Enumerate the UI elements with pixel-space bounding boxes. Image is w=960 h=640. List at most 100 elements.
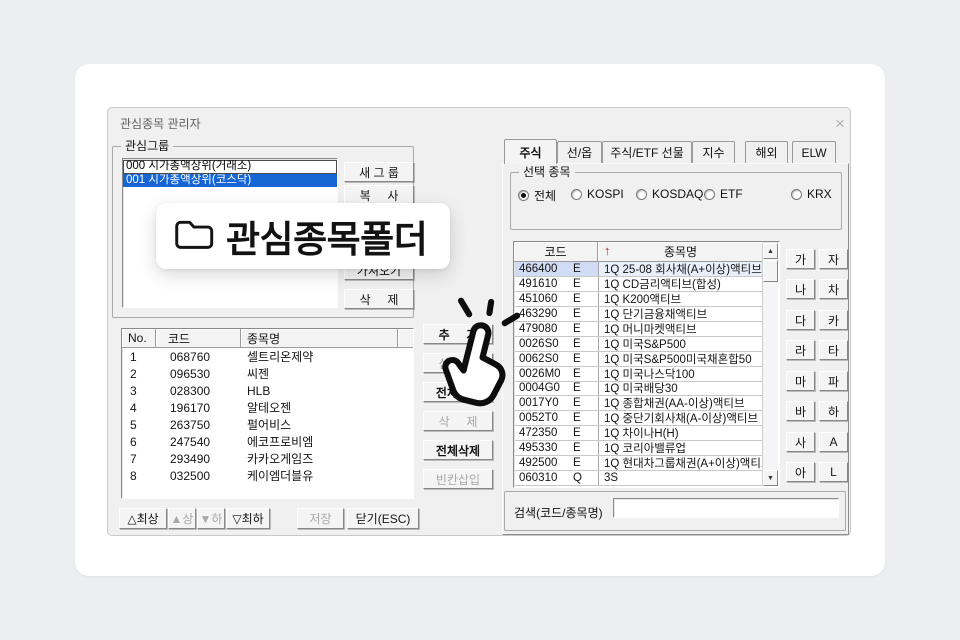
stock-row[interactable]: 491610E1Q CD금리액티브(합성) xyxy=(515,277,762,292)
stock-name-cell: 1Q 미국S&P500미국채혼합50 xyxy=(599,352,762,366)
stock-row[interactable]: 0026M0E1Q 미국나스닥100 xyxy=(515,367,762,382)
stock-row[interactable]: 0004G0E1Q 미국배당30 xyxy=(515,382,762,397)
search-label: 검색(코드/종목명) xyxy=(514,504,603,521)
market-flag: E xyxy=(573,397,581,409)
watchlist-cell: 알테오젠 xyxy=(241,399,398,416)
watchlist-header-cell: 종목명 xyxy=(241,329,398,348)
watchlist-cell: 8 xyxy=(122,469,156,483)
save-button[interactable]: 저장 xyxy=(297,508,344,529)
sort-ascending-icon: ↑ xyxy=(604,243,611,258)
stock-name-cell: 1Q 코리아밸류업 xyxy=(599,441,762,455)
watchlist-cell: 펄어비스 xyxy=(241,416,398,433)
stock-code-cell: 060310Q xyxy=(515,471,599,485)
market-flag: E xyxy=(573,263,581,275)
move-bottom-button[interactable]: ▽최하 xyxy=(226,508,270,529)
scrollbar-thumb[interactable] xyxy=(763,260,778,282)
search-input[interactable] xyxy=(613,498,839,518)
radio-dot-icon xyxy=(518,190,529,201)
stock-table-scrollbar[interactable]: ▲ ▼ xyxy=(762,243,778,486)
stock-code: 472350 xyxy=(515,427,573,439)
tab-2[interactable]: 선/옵 xyxy=(557,141,602,163)
stock-name-cell: 1Q 미국배당30 xyxy=(599,382,762,396)
radio-option[interactable]: 전체 xyxy=(518,187,556,204)
code-column-header[interactable]: 코드 xyxy=(514,242,598,262)
watchlist-row[interactable]: 4196170알테오젠 xyxy=(122,399,413,416)
market-flag: Q xyxy=(573,472,582,484)
watchlist-row[interactable]: 8032500케이엠더블유 xyxy=(122,467,413,484)
stock-row[interactable]: 060310Q3S xyxy=(515,471,762,486)
tab-1[interactable]: 주식 xyxy=(504,139,557,164)
watchlist-cell: 3 xyxy=(122,384,156,398)
watchlist-row[interactable]: 5263750펄어비스 xyxy=(122,416,413,433)
new-group-button[interactable]: 새 그 룹 xyxy=(344,162,414,182)
stock-row[interactable]: 492500E1Q 현대차그룹채권(A+이상)액티브 xyxy=(515,456,762,471)
watchlist-row[interactable]: 2096530씨젠 xyxy=(122,365,413,382)
watchlist-cell: 5 xyxy=(122,418,156,432)
market-flag: E xyxy=(573,293,581,305)
watchlist-row[interactable]: 3028300HLB xyxy=(122,382,413,399)
tab-5[interactable]: 해외 xyxy=(745,141,788,163)
stock-code-cell: 495330E xyxy=(515,441,599,455)
radio-option[interactable]: KRX xyxy=(791,187,832,201)
stock-table[interactable]: 코드 ↑ 종목명 466400E1Q 25-08 회사채(A+이상)액티브491… xyxy=(513,241,780,488)
watchlist-cell: 293490 xyxy=(156,452,241,466)
radio-dot-icon xyxy=(571,189,582,200)
group-list-item[interactable]: 001 시가총액상위(코스닥) xyxy=(123,174,337,188)
watchlist-cell: 028300 xyxy=(156,384,241,398)
tab-3[interactable]: 주식/ETF 선물 xyxy=(602,141,692,163)
stock-row[interactable]: 0017Y0E1Q 종합채권(AA-이상)액티브 xyxy=(515,396,762,411)
watchlist-cell: 2 xyxy=(122,367,156,381)
name-column-header[interactable]: ↑ 종목명 xyxy=(598,242,763,262)
stock-row[interactable]: 463290E1Q 단기금융채액티브 xyxy=(515,307,762,322)
watchlist-cell: 케이엠더블유 xyxy=(241,467,398,484)
stock-name-cell: 1Q 차이나H(H) xyxy=(599,426,762,440)
stock-row[interactable]: 451060E1Q K200액티브 xyxy=(515,292,762,307)
stock-code: 491610 xyxy=(515,278,573,290)
group-list-item[interactable]: 000 시가총액상위(거래소) xyxy=(123,160,337,174)
watchlist-cell: 263750 xyxy=(156,418,241,432)
radio-option[interactable]: KOSPI xyxy=(571,187,624,201)
move-up-button[interactable]: ▲상 xyxy=(168,508,196,529)
market-filter-label: 선택 종목 xyxy=(519,165,575,179)
watchlist-cell: 씨젠 xyxy=(241,365,398,382)
market-flag: E xyxy=(573,308,581,320)
stock-name-cell: 1Q 중단기회사채(A-이상)액티브 xyxy=(599,411,762,425)
market-flag: E xyxy=(573,338,581,350)
watchlist-row[interactable]: 6247540에코프로비엠 xyxy=(122,433,413,450)
move-down-button[interactable]: ▼하 xyxy=(197,508,225,529)
close-button[interactable]: 닫기(ESC) xyxy=(347,508,419,529)
dialog-title[interactable]: 관심종목 관리자 xyxy=(120,115,201,132)
watchlist-cell: 에코프로비엠 xyxy=(241,433,398,450)
stock-name-cell: 1Q 머니마켓액티브 xyxy=(599,322,762,336)
tab-6[interactable]: ELW xyxy=(792,141,836,163)
watchlist-cell: 6 xyxy=(122,435,156,449)
watchlist-cell: 247540 xyxy=(156,435,241,449)
scroll-down-icon[interactable]: ▼ xyxy=(763,470,778,486)
stock-row[interactable]: 0062S0E1Q 미국S&P500미국채혼합50 xyxy=(515,352,762,367)
stock-name-cell: 1Q CD금리액티브(합성) xyxy=(599,277,762,291)
tab-4[interactable]: 지수 xyxy=(692,141,735,163)
watchlist-table[interactable]: No.코드종목명 1068760셀트리온제약2096530씨젠3028300HL… xyxy=(121,328,414,499)
stock-row[interactable]: 472350E1Q 차이나H(H) xyxy=(515,426,762,441)
watchlist-row[interactable]: 7293490카카오게임즈 xyxy=(122,450,413,467)
stock-row[interactable]: 479080E1Q 머니마켓액티브 xyxy=(515,322,762,337)
stock-name-cell: 1Q 현대차그룹채권(A+이상)액티브 xyxy=(599,456,762,470)
watchlist-header-cell: No. xyxy=(122,329,156,348)
stock-row[interactable]: 495330E1Q 코리아밸류업 xyxy=(515,441,762,456)
close-icon[interactable]: × xyxy=(828,113,852,135)
watchlist-table-header: No.코드종목명 xyxy=(122,329,413,348)
delete-group-button[interactable]: 삭 제 xyxy=(344,289,414,309)
radio-option[interactable]: ETF xyxy=(704,187,743,201)
move-top-button[interactable]: △최상 xyxy=(119,508,167,529)
stock-row[interactable]: 0052T0E1Q 중단기회사채(A-이상)액티브 xyxy=(515,411,762,426)
radio-label: 전체 xyxy=(534,187,556,204)
watchlist-header-cell: 코드 xyxy=(156,329,241,348)
stock-row[interactable]: 0026S0E1Q 미국S&P500 xyxy=(515,337,762,352)
remove-all-button[interactable]: 전체삭제 xyxy=(423,440,493,460)
watchlist-row[interactable]: 1068760셀트리온제약 xyxy=(122,348,413,365)
scroll-up-icon[interactable]: ▲ xyxy=(763,243,778,259)
stock-row[interactable]: 466400E1Q 25-08 회사채(A+이상)액티브 xyxy=(515,262,762,277)
insert-blank-button[interactable]: 빈칸삽입 xyxy=(423,469,493,489)
copy-button[interactable]: 복 사 xyxy=(344,185,414,205)
radio-option[interactable]: KOSDAQ xyxy=(636,187,703,201)
